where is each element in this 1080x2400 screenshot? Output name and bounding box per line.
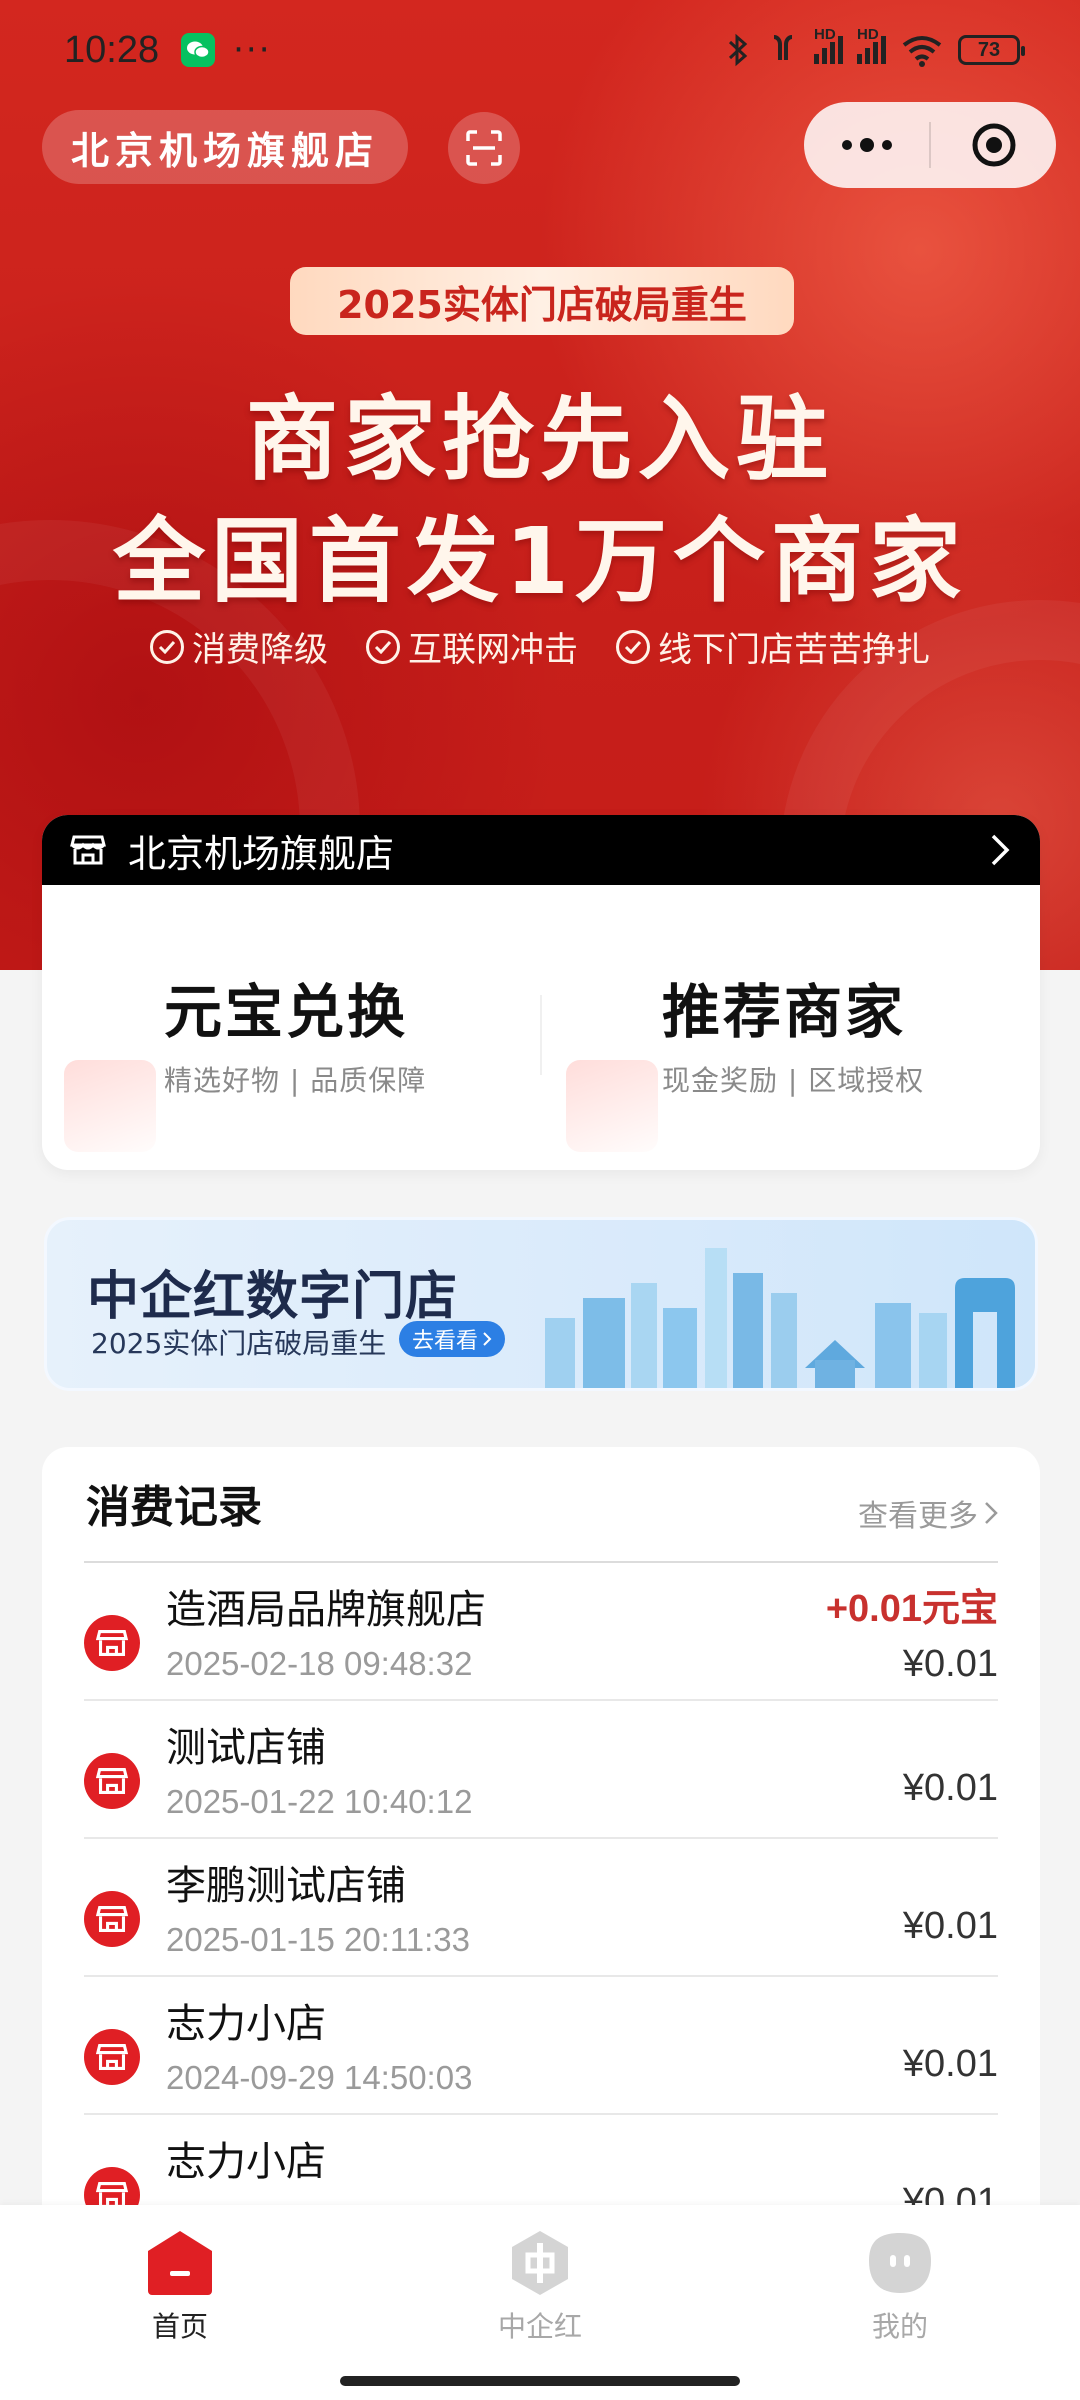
shopping-bag-icon	[64, 1060, 156, 1152]
battery-icon: 73	[958, 35, 1025, 65]
go-see-button[interactable]: 去看看	[399, 1321, 505, 1357]
banner-features: 消费降级 互联网冲击 线下门店苦苦挣扎	[0, 622, 1080, 671]
wechat-icon	[181, 33, 216, 67]
view-more-label: 查看更多	[858, 1499, 978, 1534]
tab-profile[interactable]: 我的	[800, 2229, 1000, 2345]
record-row[interactable]: 志力小店 2024-09-29 14:50:03 ¥0.01	[84, 1977, 998, 2115]
banner-feature: 消费降级	[150, 622, 328, 671]
banner-feature-label: 互联网冲击	[408, 630, 578, 670]
status-right-group: HD HD 73	[724, 26, 1025, 68]
banner-headline: 全国首发1万个商家	[112, 508, 967, 615]
store-card-features: 元宝兑换 精选好物 | 品质保障 推荐商家 现金奖励 | 区域授权	[42, 885, 1040, 1170]
banner-tag: 2025实体门店破局重生	[290, 267, 794, 335]
store-card: 北京机场旗舰店 元宝兑换 精选好物 | 品质保障 推荐商家 现金奖励 | 区域授…	[42, 815, 1040, 1170]
record-row[interactable]: 造酒局品牌旗舰店 2025-02-18 09:48:32 +0.01元宝 ¥0.…	[84, 1563, 998, 1701]
banner-headline: 商家抢先入驻	[245, 386, 834, 493]
store-icon	[84, 1891, 140, 1947]
consumption-records: 消费记录 查看更多 造酒局品牌旗舰店 2025-02-18 09:48:32 +…	[42, 1447, 1040, 2207]
tab-label: 我的	[871, 2310, 928, 2343]
record-time: 2025-02-18 09:48:32	[166, 1645, 473, 1682]
earbuds-icon	[773, 35, 793, 60]
tab-label: 中企红	[497, 2310, 582, 2343]
recommend-merchant-entry[interactable]: 推荐商家 现金奖励 | 区域授权	[542, 885, 1040, 1170]
brand-logo-icon	[504, 2229, 576, 2297]
record-row[interactable]: 李鹏测试店铺 2025-01-15 20:11:33 ¥0.01	[84, 1839, 998, 1977]
tab-home[interactable]: 首页	[80, 2229, 280, 2345]
record-amount: ¥0.01	[902, 1905, 998, 1947]
banner-feature-label: 消费降级	[192, 630, 328, 670]
miniprogram-capsule	[804, 102, 1056, 188]
store-card-title: 北京机场旗舰店	[128, 831, 395, 876]
chevron-right-icon	[991, 834, 1010, 866]
store-icon	[84, 2029, 140, 2085]
record-amount: ¥0.01	[902, 2181, 998, 2207]
store-icon	[84, 1753, 140, 1809]
signal-icon: HD	[814, 26, 843, 64]
check-icon	[616, 629, 650, 664]
scan-icon	[466, 130, 502, 166]
record-row[interactable]: 志力小店 ¥0.01	[84, 2115, 998, 2207]
go-see-label: 去看看	[411, 1329, 478, 1354]
yuanbao-exchange-entry[interactable]: 元宝兑换 精选好物 | 品质保障	[42, 885, 542, 1170]
bottom-tab-bar: 首页 中企红 我的	[0, 2205, 1080, 2400]
record-store-name: 测试店铺	[166, 1725, 326, 1771]
home-indicator[interactable]	[340, 2376, 740, 2386]
record-store-name: 志力小店	[166, 2001, 326, 2047]
store-icon	[70, 835, 106, 865]
digital-banner-title: 中企红数字门店	[87, 1267, 459, 1327]
banner-feature: 互联网冲击	[366, 622, 578, 671]
record-store-name: 造酒局品牌旗舰店	[166, 1587, 486, 1633]
record-store-name: 志力小店	[166, 2139, 326, 2185]
status-time: 10:28	[64, 28, 160, 71]
record-amount: ¥0.01	[902, 1643, 998, 1685]
target-close-icon	[972, 123, 1015, 167]
record-amount: ¥0.01	[902, 2043, 998, 2085]
records-header: 消费记录 查看更多	[84, 1447, 998, 1563]
check-icon	[150, 629, 184, 664]
digital-banner-subtitle: 2025实体门店破局重生	[91, 1327, 387, 1360]
store-name-pill[interactable]: 北京机场旗舰店	[42, 110, 408, 184]
tab-zhongqihong[interactable]: 中企红	[440, 2229, 640, 2345]
tab-label: 首页	[151, 2310, 208, 2343]
banner-feature-label: 线下门店苦苦挣扎	[658, 630, 930, 670]
store-icon	[84, 2167, 140, 2207]
close-miniprogram-button[interactable]	[931, 102, 1056, 188]
feature-title: 推荐商家	[662, 978, 907, 1046]
chevron-right-icon	[985, 1502, 998, 1524]
chevron-right-icon	[483, 1332, 492, 1346]
profile-icon	[864, 2229, 936, 2297]
record-time: 2025-01-22 10:40:12	[166, 1783, 473, 1820]
store-icon	[84, 1615, 140, 1671]
wifi-icon	[902, 36, 942, 67]
record-row[interactable]: 测试店铺 2025-01-22 10:40:12 ¥0.01	[84, 1701, 998, 1839]
scan-button[interactable]	[448, 112, 520, 184]
feature-title: 元宝兑换	[164, 978, 409, 1046]
check-icon	[366, 629, 400, 664]
city-skyline-illustration	[545, 1248, 1015, 1388]
home-icon	[144, 2229, 216, 2297]
view-more-link[interactable]: 查看更多	[858, 1491, 998, 1535]
signal-hd-label: HD	[857, 26, 879, 43]
feature-subtitle: 现金奖励 | 区域授权	[662, 1064, 925, 1097]
record-store-name: 李鹏测试店铺	[166, 1863, 406, 1909]
record-amount: ¥0.01	[902, 1767, 998, 1809]
signal-icon: HD	[857, 26, 886, 64]
more-dots-icon	[841, 138, 892, 152]
banner-feature: 线下门店苦苦挣扎	[616, 622, 930, 671]
store-card-header[interactable]: 北京机场旗舰店	[42, 815, 1040, 885]
record-bonus: +0.01元宝	[825, 1588, 998, 1630]
record-time: 2025-01-15 20:11:33	[166, 1921, 470, 1958]
digital-store-banner[interactable]: 中企红数字门店 2025实体门店破局重生 去看看	[44, 1217, 1038, 1391]
records-title: 消费记录	[86, 1482, 262, 1533]
merchant-icon	[566, 1060, 658, 1152]
bluetooth-icon	[728, 33, 748, 67]
record-time: 2024-09-29 14:50:03	[166, 2059, 473, 2096]
status-bar: 10:28 ··· HD HD 73	[0, 0, 1080, 100]
status-more-dots: ···	[233, 30, 272, 70]
feature-subtitle: 精选好物 | 品质保障	[164, 1064, 427, 1097]
signal-hd-label: HD	[814, 26, 836, 43]
more-button[interactable]	[804, 102, 929, 188]
